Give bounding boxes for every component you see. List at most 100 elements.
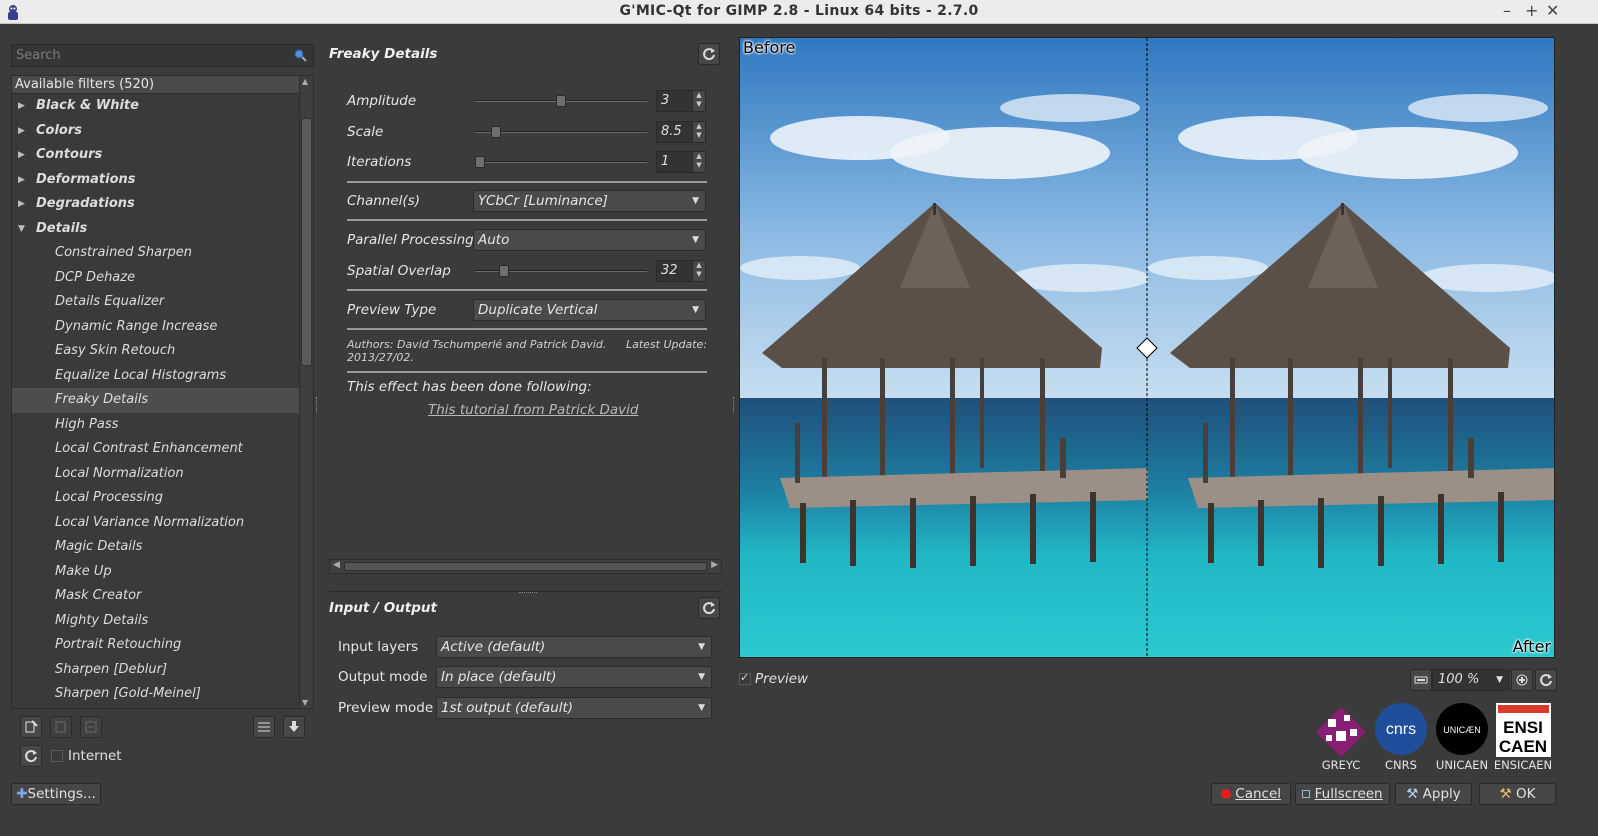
overlap-value[interactable]: 32: [657, 261, 691, 281]
output-mode-select[interactable]: In place (default) ▼: [436, 666, 712, 688]
apply-button[interactable]: ⚒ Apply: [1395, 783, 1472, 805]
chevron-right-icon[interactable]: ▶: [18, 143, 25, 168]
reset-io-button[interactable]: [698, 597, 720, 619]
scroll-left-icon[interactable]: ◀: [333, 560, 340, 570]
chevron-down-icon: ▼: [692, 305, 699, 315]
channels-select[interactable]: YCbCr [Luminance] ▼: [473, 190, 706, 212]
input-layers-select[interactable]: Active (default) ▼: [436, 636, 712, 658]
category-item[interactable]: ▶ Deformations: [12, 168, 300, 193]
filter-item[interactable]: Sharpen [Deblur]: [12, 658, 300, 683]
amplitude-slider-handle[interactable]: [556, 95, 566, 107]
category-item[interactable]: ▶ Contours: [12, 143, 300, 168]
chevron-right-icon[interactable]: ▶: [18, 168, 25, 193]
chevron-right-icon[interactable]: ▶: [18, 119, 25, 144]
search-icon[interactable]: [293, 48, 307, 62]
iterations-slider[interactable]: [475, 161, 647, 163]
fave-remove-icon: [55, 721, 66, 733]
filter-item[interactable]: Local Processing: [12, 486, 300, 511]
refresh-filters-button[interactable]: [20, 745, 42, 767]
filter-item[interactable]: Details Equalizer: [12, 290, 300, 315]
filter-item[interactable]: Dynamic Range Increase: [12, 315, 300, 340]
iterations-slider-handle[interactable]: [475, 156, 485, 168]
filter-item[interactable]: Mask Creator: [12, 584, 300, 609]
filter-item[interactable]: Constrained Sharpen: [12, 241, 300, 266]
filter-item[interactable]: Freaky Details: [12, 388, 300, 413]
filter-item[interactable]: Local Normalization: [12, 462, 300, 487]
scale-spinbox[interactable]: 8.5 ▲ ▼: [656, 121, 706, 143]
filter-item[interactable]: Mighty Details: [12, 609, 300, 634]
overlap-spinbox[interactable]: 32 ▲ ▼: [656, 260, 706, 282]
preview-area[interactable]: Before After: [739, 37, 1555, 658]
scroll-down-icon[interactable]: ▼: [302, 698, 308, 707]
filter-item[interactable]: Local Variance Normalization: [12, 511, 300, 536]
filter-item[interactable]: Magic Details: [12, 535, 300, 560]
reset-params-button[interactable]: [698, 43, 720, 65]
minimize-button[interactable]: –: [1503, 1, 1511, 20]
parallel-select[interactable]: Auto ▼: [473, 229, 706, 251]
separator: [347, 181, 707, 183]
spin-arrows-icon[interactable]: ▲ ▼: [692, 152, 705, 172]
zoom-out-button[interactable]: [1410, 669, 1432, 691]
category-item[interactable]: ▶ Degradations: [12, 192, 300, 217]
chevron-right-icon[interactable]: ▶: [18, 192, 25, 217]
spin-arrows-icon[interactable]: ▲ ▼: [692, 91, 705, 111]
filter-item[interactable]: Portrait Retouching: [12, 633, 300, 658]
close-button[interactable]: ✕: [1546, 1, 1559, 20]
maximize-button[interactable]: +: [1525, 1, 1538, 20]
scale-value[interactable]: 8.5: [657, 122, 691, 142]
left-splitter-handle[interactable]: [316, 397, 318, 413]
unicaen-label: UNICAEN: [1435, 758, 1489, 772]
cancel-button[interactable]: Cancel: [1211, 783, 1291, 805]
right-splitter-handle[interactable]: [733, 397, 735, 413]
search-input[interactable]: [12, 45, 313, 66]
category-item[interactable]: ▶ Black & White: [12, 94, 300, 119]
scroll-right-icon[interactable]: ▶: [711, 560, 718, 570]
preview-image[interactable]: [740, 38, 1555, 658]
zoom-level[interactable]: 100 % ▼: [1432, 669, 1509, 691]
zoom-in-button[interactable]: [1511, 669, 1533, 691]
amplitude-value[interactable]: 3: [657, 91, 691, 111]
filter-item[interactable]: Sharpen [Gold-Meinel]: [12, 682, 300, 707]
filter-item[interactable]: Equalize Local Histograms: [12, 364, 300, 389]
tutorial-link[interactable]: This tutorial from Patrick David: [428, 402, 638, 418]
io-splitter-handle[interactable]: [519, 592, 537, 594]
zoom-reset-button[interactable]: [1535, 669, 1557, 691]
scroll-up-icon[interactable]: ▲: [302, 77, 308, 86]
filter-item[interactable]: Easy Skin Retouch: [12, 339, 300, 364]
preview-checkbox[interactable]: ✓: [739, 671, 751, 685]
expand-button[interactable]: [283, 716, 305, 738]
chevron-right-icon[interactable]: ▶: [18, 94, 25, 119]
rename-fave-button[interactable]: [80, 716, 102, 738]
filter-item[interactable]: DCP Dehaze: [12, 266, 300, 291]
spin-arrows-icon[interactable]: ▲ ▼: [692, 261, 705, 281]
hscrollbar-thumb[interactable]: [344, 562, 707, 571]
params-hscrollbar[interactable]: ◀ ▶: [329, 559, 722, 574]
spin-arrows-icon[interactable]: ▲ ▼: [692, 122, 705, 142]
iterations-spinbox[interactable]: 1 ▲ ▼: [656, 151, 706, 173]
ok-button[interactable]: ⚒ OK: [1479, 783, 1556, 805]
filter-item[interactable]: Local Contrast Enhancement: [12, 437, 300, 462]
scale-slider-handle[interactable]: [491, 126, 502, 138]
scrollbar-thumb[interactable]: [301, 118, 312, 366]
unicaen-logo-text: UNICÆN: [1443, 725, 1481, 735]
amplitude-spinbox[interactable]: 3 ▲ ▼: [656, 90, 706, 112]
toggle-list-button[interactable]: [253, 716, 275, 738]
fullscreen-button[interactable]: Fullscreen: [1295, 783, 1390, 805]
preview-mode-select[interactable]: 1st output (default) ▼: [436, 697, 712, 719]
settings-button[interactable]: ✚Settings...: [11, 783, 101, 805]
zoom-value[interactable]: 100 %: [1438, 672, 1479, 687]
internet-checkbox[interactable]: [51, 750, 63, 762]
category-item[interactable]: ▶ Colors: [12, 119, 300, 144]
chevron-down-icon[interactable]: ▼: [18, 217, 25, 242]
remove-fave-button[interactable]: [50, 716, 72, 738]
overlap-slider-handle[interactable]: [499, 265, 510, 277]
category-item-details[interactable]: ▼ Details: [12, 217, 300, 242]
preview-type-select[interactable]: Duplicate Vertical ▼: [473, 299, 706, 321]
filter-tree-scrollbar[interactable]: ▲ ▼: [299, 76, 313, 708]
iterations-value[interactable]: 1: [657, 152, 691, 172]
filter-item[interactable]: Make Up: [12, 560, 300, 585]
search-box: [11, 44, 314, 67]
add-fave-button[interactable]: [20, 716, 42, 738]
chevron-down-icon[interactable]: ▼: [1496, 670, 1503, 690]
filter-item[interactable]: High Pass: [12, 413, 300, 438]
